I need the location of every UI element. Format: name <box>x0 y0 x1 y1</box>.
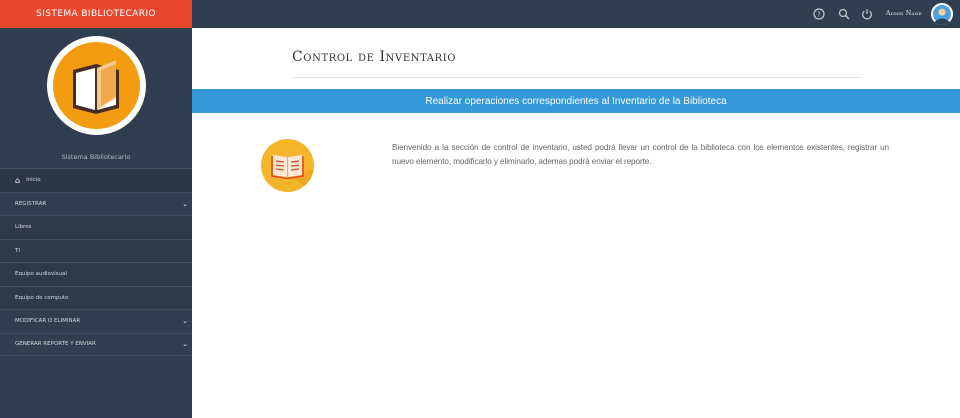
sidebar-item-label: Equipo de computo <box>15 294 69 301</box>
intro-text: Bienvenido a la sección de control de in… <box>392 143 889 166</box>
sidebar-item-registrar[interactable]: REGISTRAR ⌄ <box>0 191 192 216</box>
search-icon[interactable] <box>837 7 851 21</box>
banner-text: Realizar operaciones correspondientes al… <box>425 95 727 107</box>
admin-name[interactable]: Admin Name <box>886 10 922 17</box>
sidebar-item-label: REGISTRAR <box>15 200 47 207</box>
brand-title[interactable]: SISTEMA BIBLIOTECARIO <box>0 0 192 28</box>
avatar[interactable] <box>931 3 953 25</box>
sidebar-item-label: Inicio <box>26 177 41 184</box>
info-banner: Realizar operaciones correspondientes al… <box>192 89 960 113</box>
sidebar-item-equipo-audiovisual[interactable]: Equipo audiovisual <box>0 262 192 286</box>
chevron-down-icon: ⌄ <box>182 317 188 326</box>
svg-text:?: ? <box>817 11 821 19</box>
sidebar-item-label: Equipo audiovisual <box>15 271 67 278</box>
sidebar-menu: ⌂ Inicio REGISTRAR ⌄ Libros TI Equipo au… <box>0 168 192 356</box>
page-title: Control de Inventario <box>292 49 457 65</box>
sidebar-item-label: GENERAR REPORTE Y ENVIAR <box>15 341 96 348</box>
power-icon[interactable] <box>860 7 874 21</box>
sidebar-item-equipo-de-computo[interactable]: Equipo de computo <box>0 285 192 309</box>
open-book-icon <box>52 42 140 129</box>
top-bar: ? Admin Name <box>192 0 960 28</box>
title-divider <box>292 77 862 78</box>
library-logo <box>46 36 146 135</box>
chevron-down-icon: ⌄ <box>182 199 188 208</box>
sidebar: SISTEMA BIBLIOTECARIO Sistema Biblioteca… <box>0 0 192 418</box>
book-icon <box>261 139 314 192</box>
sidebar-item-ti[interactable]: TI <box>0 238 192 262</box>
sidebar-profile: Sistema Bibliotecario <box>0 28 192 168</box>
help-circle-icon[interactable]: ? <box>812 7 826 21</box>
sidebar-item-generar-reporte[interactable]: GENERAR REPORTE Y ENVIAR ⌄ <box>0 332 192 356</box>
sidebar-item-label: Libros <box>15 224 32 231</box>
sidebar-item-label: TI <box>15 247 20 254</box>
sidebar-item-inicio[interactable]: ⌂ Inicio <box>0 168 192 192</box>
sidebar-item-label: MODIFICAR O ELIMINAR <box>15 318 81 325</box>
sidebar-item-libros[interactable]: Libros <box>0 215 192 239</box>
home-icon: ⌂ <box>15 175 21 185</box>
chevron-down-icon: ⌄ <box>182 340 188 349</box>
sidebar-user-label: Sistema Bibliotecario <box>61 153 131 161</box>
sidebar-item-modificar-eliminar[interactable]: MODIFICAR O ELIMINAR ⌄ <box>0 309 192 333</box>
